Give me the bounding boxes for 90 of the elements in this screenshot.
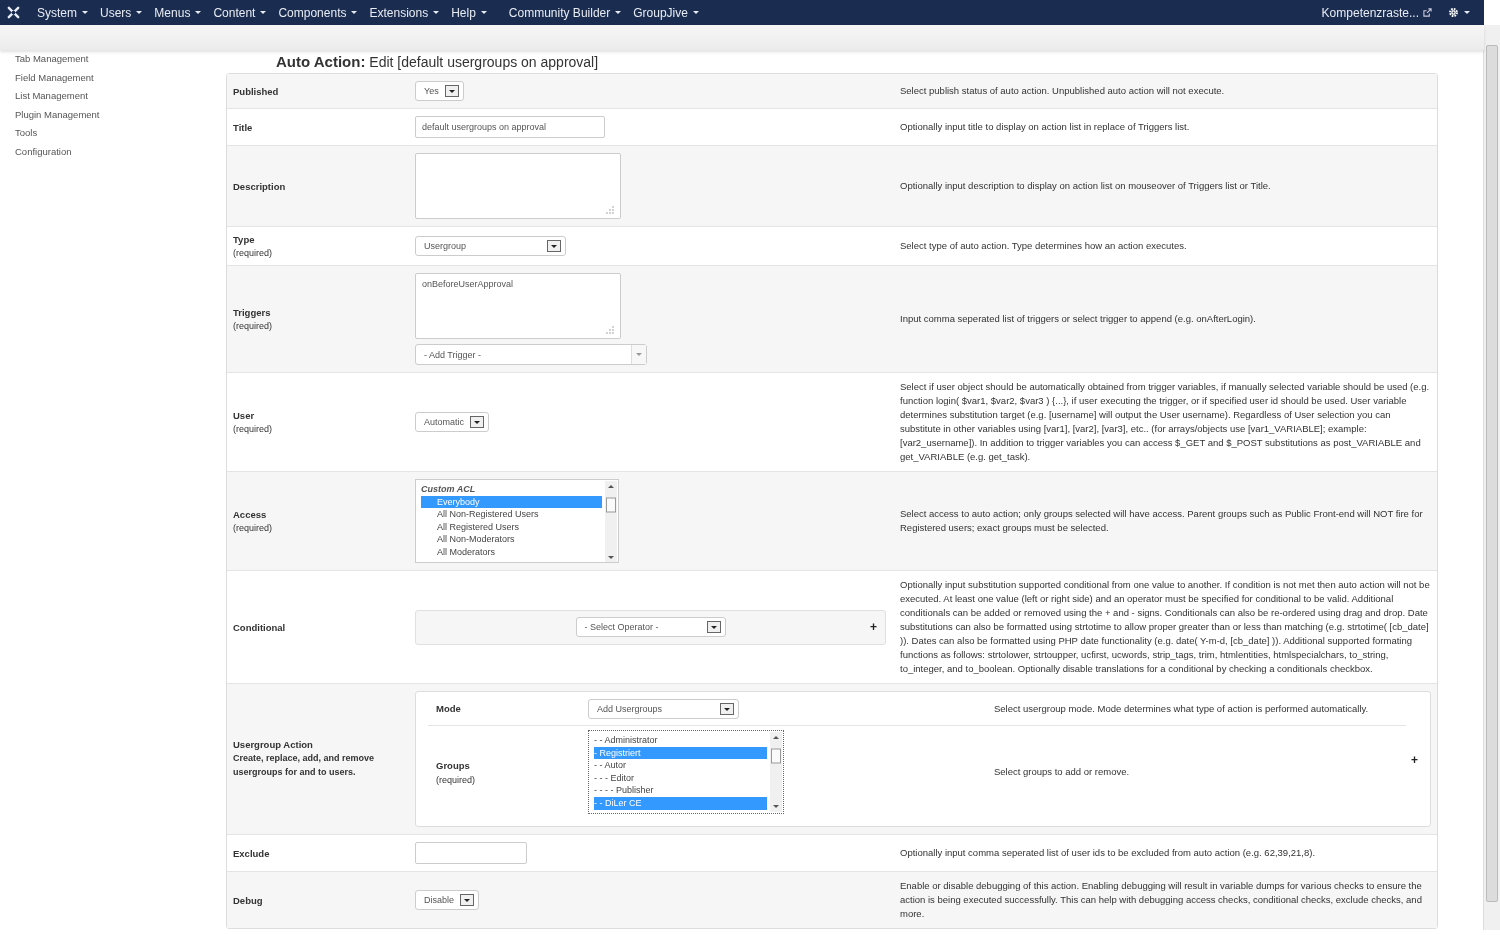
help-text: Select groups to add or remove. (994, 765, 1131, 779)
caret-icon (615, 11, 622, 14)
sidebar-item[interactable]: Tab Management (15, 50, 89, 69)
menu-item[interactable]: Content (207, 5, 273, 20)
logo-icon[interactable] (6, 5, 21, 20)
menu-item[interactable]: Extensions (363, 5, 446, 20)
field-note: (required) (233, 523, 273, 533)
field-note: (required) (233, 321, 273, 331)
field-note: (required) (233, 248, 273, 258)
list-option[interactable]: All Registered Users (421, 520, 602, 534)
dropdown-select[interactable]: - Select Operator - (575, 617, 726, 637)
sidebar-item[interactable]: Plugin Management (15, 105, 100, 125)
text-input[interactable] (415, 842, 527, 864)
help-text: Select publish status of auto action. Unpublished auto action will not execute. (900, 84, 1226, 98)
field-note: (required) (233, 424, 273, 434)
list-option[interactable]: - - Administrator (594, 734, 767, 747)
group-listbox[interactable]: - - Administrator - Registriert - - Autor - - - Editor - - - - Publisher - - DiLer CE (588, 730, 784, 814)
help-text: Optionally input substitution supported conditional from one value to another. If condition is not met then auto action will not be executed. At least one value (left or right side) and an operator must be specified for conditional to be valid. Additional conditionals can be added or removed using the + and - signs. Conditionals can also be re-ordered using drag and drop. Date substitutions can also be formatted using strtotime to allow proper greater than or less than matching (e.g. strtotime( [cb_date] )). Dates can also be formatted using PHP date functionality (e.g. date( Y-m-d, [cb_date] )). Additional supported formating functions as follows: strtolower, strtoupper, ucfirst, ucwords, strip_tags, trim, htmlentities, htmlspecialchars, to_string, to_integer, and to_boolean. Optionally disable translations for a conditional by checking a conditionals checkbox. (900, 578, 1431, 676)
list-option[interactable]: - - - Editor (594, 771, 767, 785)
dropdown-select[interactable]: Yes (415, 81, 464, 101)
settings-button[interactable] (1448, 7, 1470, 18)
field-note: (required) (436, 774, 476, 785)
textarea-field[interactable] (415, 153, 621, 219)
add-button[interactable]: + (870, 621, 877, 633)
help-text: Enable or disable debugging of this action. Enabling debugging will result in variable dumps for various checks to ensure the action is being executed successfully. This can help with debugging access checks, conditional checks, exclude checks, and more. (900, 879, 1423, 921)
scrollbar[interactable] (605, 481, 617, 562)
list-option[interactable]: All Moderators (421, 545, 602, 559)
field-label: Usergroup Action (233, 739, 314, 750)
caret-icon (195, 11, 202, 14)
field-label: Access (233, 509, 268, 520)
external-link-icon (1423, 8, 1432, 17)
field-label: Groups (436, 759, 471, 771)
dropdown-select[interactable]: Add Usergroups (588, 699, 739, 719)
dropdown-select[interactable]: Usergroup (415, 236, 566, 256)
menu-item[interactable]: Users (94, 5, 149, 20)
site-link[interactable]: Kompetenzraste... (1315, 5, 1423, 20)
caret-icon (82, 11, 88, 14)
list-option[interactable]: All Non-Registered Users (421, 508, 602, 521)
field-label: Published (233, 85, 280, 97)
caret-icon (480, 11, 487, 14)
help-text: Select if user object should be automatically obtained from trigger variables, if manually selected variable should be used (e.g. function login( $var1, $var2, $var3 ) {...}, if user executing the trigger, or if specified user id should be used. User variable determines substitution target (e.g. [username] will output the User username). Regardless of User selection you can substitute in other variables using [var1], [var2], [var3], etc.. (for arrays/objects use [var1_VARIABLE]; example: [var2_username]). In addition to trigger variables you can access $_GET and $_POST substitutions as post_VARIABLE and get_VARIABLE (e.g. get_task). (900, 380, 1431, 464)
access-listbox[interactable]: Custom ACL Everybody All Non-Registered Users All Registered Users All Non-Moderators All Moderators (415, 479, 619, 563)
caret-icon (433, 11, 440, 14)
menu-item[interactable]: Menus (148, 5, 208, 20)
caret-icon (351, 11, 358, 14)
help-text: Optionally input comma seperated list of user ids to be excluded from auto action (e.g. 62,39,21,8). (900, 846, 1317, 860)
field-label: Description (233, 180, 287, 192)
sidebar-item[interactable]: Field Management (15, 68, 94, 88)
field-label: Triggers (233, 307, 272, 318)
list-option[interactable]: All Non-Moderators (421, 533, 602, 546)
dropdown-select[interactable]: Disable (415, 890, 479, 910)
add-button[interactable]: + (1411, 754, 1418, 766)
list-option[interactable]: - - Autor (594, 759, 767, 772)
field-label: Debug (233, 894, 264, 906)
help-text: Optionally input description to display on action list on mouseover of Triggers list or Title. (900, 179, 1272, 193)
help-text: Select type of auto action. Type determines how an action executes. (900, 239, 1188, 253)
menu-item[interactable]: Components (272, 5, 364, 20)
caret-icon (260, 11, 267, 14)
help-text: Select access to auto action; only groups selected will have access. Parent groups such as Public Front-end will NOT fire for Registered users; exact groups must be selected. (900, 507, 1424, 535)
text-input[interactable]: default usergroups on approval (415, 116, 605, 138)
sidebar-item[interactable]: List Management (15, 87, 88, 106)
menu-item[interactable]: Help (445, 5, 493, 20)
field-label: Mode (436, 703, 462, 714)
menu-item[interactable]: Community Builder (502, 5, 628, 20)
field-label: Exclude (233, 847, 271, 859)
dropdown-select[interactable]: - Add Trigger - (415, 344, 647, 365)
resize-grip-icon (606, 326, 614, 334)
help-text: Optionally input title to display on action list in replace of Triggers list. (900, 120, 1191, 134)
menu-item[interactable]: System (31, 5, 94, 20)
sidebar-item[interactable]: Tools (15, 124, 38, 143)
option-group-label: Custom ACL (421, 483, 477, 496)
menu-item[interactable]: GroupJive (627, 5, 705, 20)
caret-icon (136, 11, 143, 14)
field-label: User (233, 410, 256, 421)
field-label: Type (233, 234, 256, 245)
help-text: Select usergroup mode. Mode determines what type of action is performed automatically. (994, 701, 1370, 716)
caret-icon (692, 11, 699, 14)
field-label: Conditional (233, 621, 287, 633)
page-title: Auto Action: Edit [default usergroups on approval] (276, 54, 600, 70)
sidebar-item[interactable]: Configuration (15, 142, 72, 162)
scrollbar[interactable] (1483, 25, 1500, 930)
list-option[interactable]: - - - - Publisher (594, 784, 767, 797)
caret-icon (631, 345, 646, 364)
help-text: Input comma seperated list of triggers or select trigger to append (e.g. onAfterLogin). (900, 312, 1257, 326)
scrollbar[interactable] (770, 732, 782, 812)
textarea-field[interactable]: onBeforeUserApproval (415, 273, 621, 339)
field-note: Create, replace, add, and remove usergroups for and to users. (233, 752, 376, 779)
resize-grip-icon (606, 206, 614, 214)
dropdown-select[interactable]: Automatic (415, 412, 490, 432)
field-label: Title (233, 121, 254, 133)
